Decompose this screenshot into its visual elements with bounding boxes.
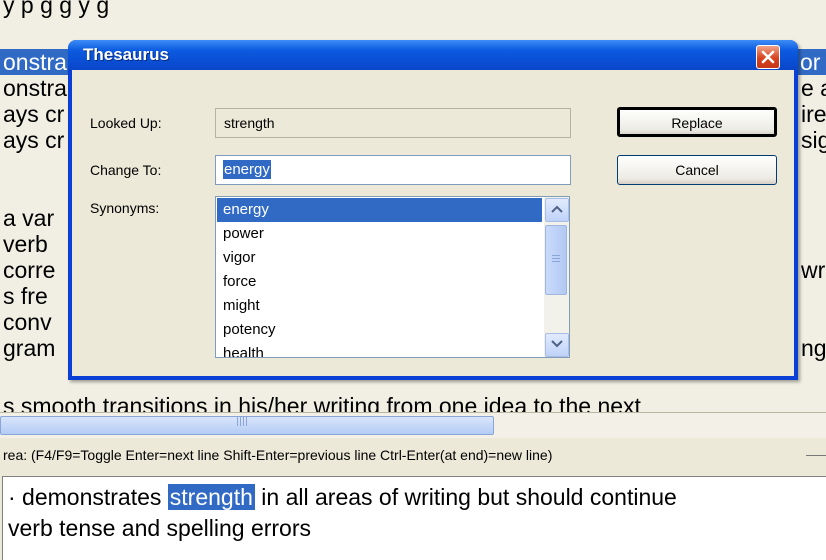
synonym-item[interactable]: vigor	[217, 246, 542, 270]
doc-right-selected: or r	[796, 49, 826, 75]
scroll-down-button[interactable]	[545, 333, 569, 357]
editor-text: in all areas of writing but should conti…	[254, 484, 677, 510]
doc-line: verb	[3, 231, 48, 257]
looked-up-label: Looked Up:	[90, 115, 162, 131]
scrollbar-thumb[interactable]	[545, 225, 567, 295]
synonyms-label: Synonyms:	[90, 200, 160, 216]
doc-line-text: onstra	[3, 49, 67, 75]
synonym-item[interactable]: potency	[217, 318, 542, 342]
doc-line: conv	[3, 309, 52, 335]
doc-right-fragment: wri	[801, 257, 826, 283]
doc-line: gram	[3, 335, 56, 361]
horizontal-scrollbar[interactable]	[0, 412, 826, 438]
scrollbar-grip	[237, 417, 249, 426]
doc-top-fragment: y p g g y g	[3, 0, 110, 18]
synonym-item[interactable]: might	[217, 294, 542, 318]
doc-line: ays cr	[3, 101, 65, 127]
doc-right-fragment: e a	[801, 75, 826, 101]
synonym-item[interactable]: force	[217, 270, 542, 294]
scroll-up-icon	[551, 205, 563, 213]
looked-up-field: strength	[215, 108, 571, 138]
comment-editor[interactable]: · demonstrates strength in all areas of …	[2, 476, 826, 560]
thesaurus-dialog: Thesaurus Looked Up: strength Change To:…	[68, 40, 798, 380]
doc-line: a var	[3, 205, 55, 231]
selected-word: strength	[167, 484, 255, 510]
change-to-label: Change To:	[90, 162, 162, 178]
scroll-up-button[interactable]	[545, 198, 569, 222]
synonym-item[interactable]: health	[217, 342, 542, 357]
synonyms-list[interactable]: energy power vigor force might potency h…	[215, 196, 570, 358]
synonyms-scrollbar[interactable]	[544, 197, 569, 357]
replace-button[interactable]: Replace	[617, 107, 777, 137]
change-to-input[interactable]: energy	[215, 155, 571, 185]
doc-line: onstra	[3, 75, 67, 101]
editor-line-1: · demonstrates strength in all areas of …	[8, 483, 677, 511]
doc-right-fragment: ng	[801, 335, 826, 361]
doc-right-fragment: ire	[801, 101, 826, 127]
close-icon	[761, 50, 775, 64]
change-to-value: energy	[223, 160, 271, 179]
close-button[interactable]	[756, 45, 780, 69]
hint-text: rea: (F4/F9=Toggle Enter=next line Shift…	[3, 447, 553, 463]
cancel-button[interactable]: Cancel	[617, 155, 777, 185]
dialog-body: Looked Up: strength Change To: energy Sy…	[72, 70, 794, 376]
synonym-item[interactable]: energy	[217, 198, 542, 222]
editor-text: · demonstrates	[8, 484, 168, 510]
divider	[806, 455, 826, 456]
keyboard-hint-bar: rea: (F4/F9=Toggle Enter=next line Shift…	[0, 438, 826, 472]
dialog-title: Thesaurus	[83, 45, 169, 64]
doc-line: ays cr	[3, 127, 65, 153]
scroll-down-icon	[551, 340, 563, 348]
doc-line: corre	[3, 257, 56, 283]
editor-line-2: verb tense and spelling errors	[8, 515, 311, 541]
synonym-item[interactable]: power	[217, 222, 542, 246]
scrollbar-grip	[552, 255, 560, 263]
doc-right-fragment: sig	[801, 127, 826, 153]
doc-line: s fre	[3, 283, 48, 309]
dialog-titlebar[interactable]: Thesaurus	[68, 40, 798, 70]
doc-bottom-line: s smooth transitions in his/her writing …	[3, 393, 641, 412]
